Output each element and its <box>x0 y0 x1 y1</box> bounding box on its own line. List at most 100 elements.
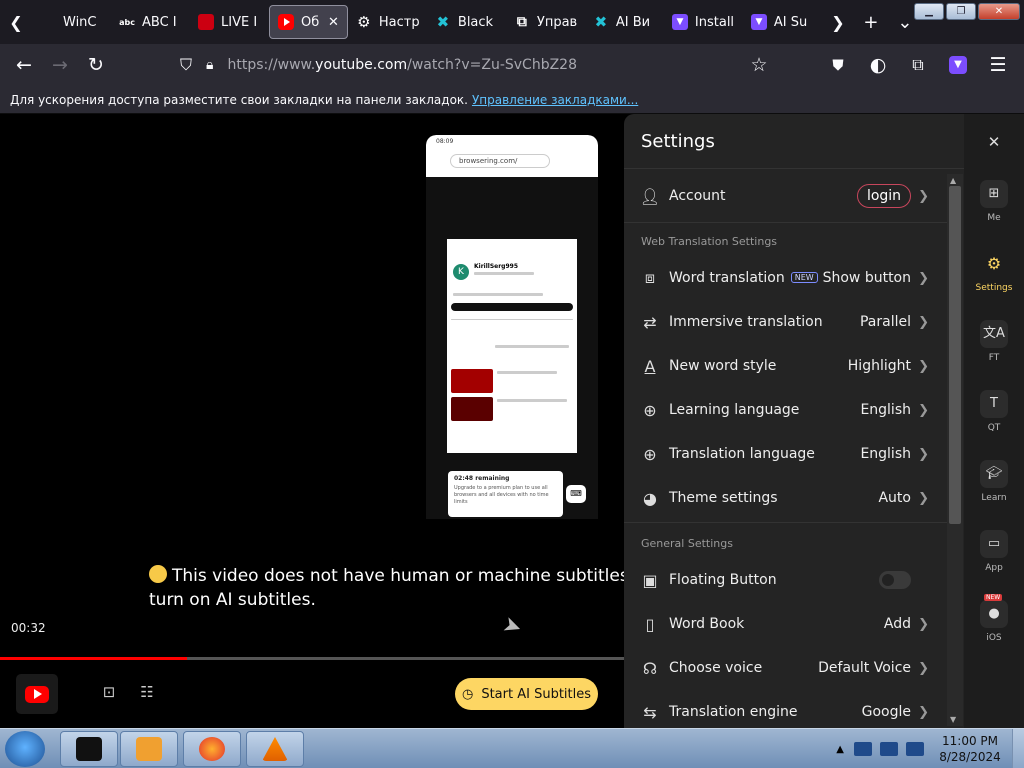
rail-item-ft[interactable]: 文A FT <box>964 320 1024 363</box>
volume-icon[interactable] <box>906 742 924 756</box>
tray-app-icon[interactable] <box>854 742 872 756</box>
live-logo-icon <box>198 14 214 30</box>
user-icon: 👤︎ <box>639 186 661 206</box>
ai-extension-icon[interactable]: ▼ <box>940 47 976 83</box>
menu-hamburger-icon[interactable]: ☰ <box>980 47 1016 83</box>
bookmark-add-icon[interactable]: ⊡ <box>99 683 119 703</box>
chevron-right-icon: ❯ <box>918 270 929 286</box>
login-button[interactable]: login <box>857 184 911 208</box>
voice-icon: ☊ <box>642 658 658 678</box>
new-badge: NEW <box>984 594 1003 601</box>
screen: ❮ WinC abc ABC I LIVE I Об ✕ ⚙ Настр ✖ Black… <box>0 0 1024 768</box>
network-icon[interactable] <box>880 742 898 756</box>
row-translation-language[interactable]: ⊕ Translation language English ❯ <box>624 432 944 476</box>
tab-4[interactable]: ⚙ Настр <box>348 5 427 39</box>
tab-3-active[interactable]: Об ✕ <box>269 5 348 39</box>
scroll-up-icon[interactable]: ▲ <box>950 176 956 185</box>
new-badge: NEW <box>790 272 818 283</box>
scroll-thumb[interactable] <box>949 186 961 524</box>
row-theme-settings[interactable]: ◕ Theme settings Auto ❯ <box>624 476 944 520</box>
chevron-right-icon: ❯ <box>918 616 929 632</box>
rail-item-settings[interactable]: ⚙ Settings <box>964 250 1024 293</box>
scroll-tabs-right-icon[interactable]: ❯ <box>822 0 854 44</box>
gear-icon: ⚙ <box>986 254 1002 273</box>
tab-7[interactable]: ✖ AI Ви <box>585 5 664 39</box>
video-player[interactable]: 08:09 browsering.com/ K KirillSerg995 02… <box>0 114 629 728</box>
immersive-translation-icon: ⇄ <box>643 312 657 332</box>
taskbar-app-media[interactable] <box>120 731 178 767</box>
progress-bar[interactable] <box>0 657 624 660</box>
address-bar[interactable]: ⛉ 🔒︎ https://www.youtube.com/watch?v=Zu-… <box>180 48 780 82</box>
pocket-icon[interactable]: ⛊ <box>820 47 856 83</box>
show-desktop-button[interactable] <box>1012 729 1024 768</box>
rail-item-app[interactable]: ▭ App <box>964 530 1024 573</box>
clock[interactable]: 11:00 PM 8/28/2024 <box>928 733 1012 765</box>
rail-item-learn[interactable]: 🎓︎ Learn <box>964 460 1024 503</box>
url-text[interactable]: https://www.youtube.com/watch?v=Zu-SvChb… <box>227 57 577 73</box>
manage-bookmarks-link[interactable]: Управление закладками... <box>472 93 638 107</box>
taskbar-app-terminal[interactable] <box>60 731 118 767</box>
row-word-translation[interactable]: ⧈ Word translation NEW Show button ❯ <box>624 256 944 300</box>
floating-button-icon: ▣ <box>642 570 658 590</box>
row-immersive-translation[interactable]: ⇄ Immersive translation Parallel ❯ <box>624 300 944 344</box>
extension-side-rail: ✕ ⊞ Me ⚙ Settings 文A FT T QT 🎓︎ Learn ▭ … <box>964 114 1024 728</box>
taskbar-app-firefox[interactable] <box>183 731 241 767</box>
tray-expand-icon[interactable]: ▲ <box>836 744 844 755</box>
dark-reader-icon[interactable]: ◐ <box>860 47 896 83</box>
divider <box>624 168 964 169</box>
row-floating-button[interactable]: ▣ Floating Button <box>624 558 944 602</box>
tab-2[interactable]: LIVE I <box>190 5 269 39</box>
forward-arrow-icon[interactable]: → <box>42 47 78 83</box>
restore-button[interactable]: ❐ <box>946 3 976 20</box>
shield-icon[interactable]: ⛉ <box>180 55 192 75</box>
chevron-right-icon: ❯ <box>918 358 929 374</box>
tab-8[interactable]: ▼ Install <box>664 5 743 39</box>
row-learning-language[interactable]: ⊕ Learning language English ❯ <box>624 388 944 432</box>
tab-5[interactable]: ✖ Black <box>427 5 506 39</box>
channel-name: KirillSerg995 <box>474 263 519 270</box>
close-tab-icon[interactable]: ✕ <box>328 15 339 30</box>
extensions-puzzle-icon[interactable]: ⧉ <box>900 47 936 83</box>
account-row[interactable]: 👤︎ Account login ❯ <box>624 174 944 218</box>
channel-avatar: K <box>453 264 469 280</box>
vlc-icon <box>262 737 288 761</box>
system-tray: ▲ 11:00 PM 8/28/2024 <box>836 729 1024 768</box>
youtube-logo-button[interactable] <box>16 674 58 714</box>
taskbar-app-vlc[interactable] <box>246 731 304 767</box>
tab-1[interactable]: abc ABC I <box>111 5 190 39</box>
floating-button-toggle[interactable] <box>879 571 911 589</box>
tab-0[interactable]: WinC <box>32 5 111 39</box>
new-tab-icon[interactable]: + <box>854 5 888 39</box>
video-thumbnail <box>451 369 493 393</box>
reload-icon[interactable]: ↻ <box>78 47 114 83</box>
close-icon[interactable]: ✕ <box>982 130 1006 154</box>
smile-emoji-icon <box>149 565 167 583</box>
row-new-word-style[interactable]: A New word style Highlight ❯ <box>624 344 944 388</box>
settings-scrollbar[interactable]: ▲ ▼ <box>947 174 963 726</box>
chevron-right-icon: ❯ <box>918 402 929 418</box>
tab-9[interactable]: ▼ AI Su <box>743 5 822 39</box>
row-choose-voice[interactable]: ☊ Choose voice Default Voice ❯ <box>624 646 944 690</box>
tab-6[interactable]: ⧉ Управ <box>506 5 585 39</box>
row-translation-engine[interactable]: ⇆ Translation engine Google ❯ <box>624 690 944 728</box>
settings-title: Settings <box>641 131 715 152</box>
subscribe-button-image <box>451 303 573 311</box>
rail-item-ios[interactable]: ● NEW iOS <box>964 594 1024 643</box>
close-window-button[interactable]: ✕ <box>978 3 1020 20</box>
start-button[interactable] <box>5 731 45 767</box>
rail-item-me[interactable]: ⊞ Me <box>964 180 1024 223</box>
scroll-tabs-left-icon[interactable]: ❮ <box>0 0 32 44</box>
subtitle-list-icon[interactable]: ☷ <box>137 683 157 703</box>
bookmark-star-icon[interactable]: ☆ <box>741 47 777 83</box>
row-word-book[interactable]: ▯ Word Book Add ❯ <box>624 602 944 646</box>
start-ai-subtitles-button[interactable]: ◷ Start AI Subtitles <box>455 678 598 710</box>
phone-translate-icon: ⌨ <box>566 485 586 503</box>
rail-item-qt[interactable]: T QT <box>964 390 1024 433</box>
windows-taskbar: ▲ 11:00 PM 8/28/2024 <box>0 728 1024 768</box>
back-arrow-icon[interactable]: ← <box>6 47 42 83</box>
lock-icon[interactable]: 🔒︎ <box>206 57 213 73</box>
minimize-button[interactable]: ▁ <box>914 3 944 20</box>
scroll-down-icon[interactable]: ▼ <box>950 715 956 724</box>
quick-translate-icon: T <box>980 390 1008 418</box>
apple-icon: ● <box>980 600 1008 628</box>
